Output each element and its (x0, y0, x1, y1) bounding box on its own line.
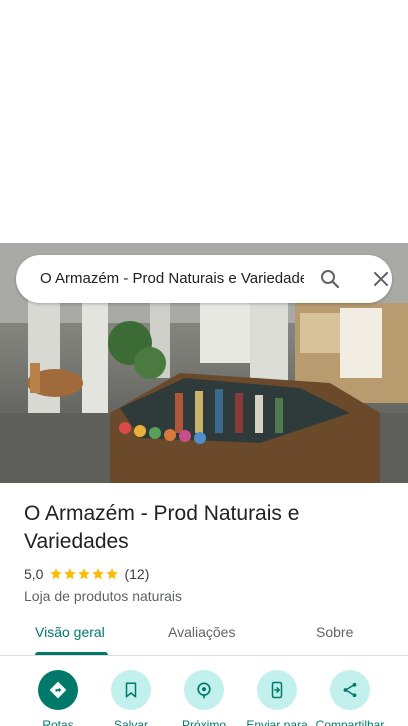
star-icon (64, 568, 77, 580)
star-icon (50, 568, 63, 580)
review-count[interactable]: (12) (124, 566, 149, 582)
rating-value: 5,0 (24, 566, 44, 582)
share-label: Compartilhar (315, 718, 385, 726)
tab-bar: Visão geral Avaliações Sobre (0, 612, 408, 656)
nearby-label: Próximo (181, 718, 226, 726)
bookmark-icon (125, 682, 137, 698)
nearby-icon (197, 682, 211, 699)
star-icon (78, 568, 91, 580)
active-tab-indicator (35, 652, 108, 655)
star-rating (49, 567, 119, 581)
tab-overview[interactable]: Visão geral (35, 624, 105, 640)
star-icon (92, 568, 105, 580)
send-to-phone-button[interactable]: Enviar para (239, 670, 315, 726)
directions-icon (49, 681, 67, 699)
nearby-button[interactable]: Próximo (166, 670, 242, 726)
tab-reviews[interactable]: Avaliações (168, 624, 235, 640)
directions-label: Rotas (42, 718, 74, 726)
place-title: O Armazém - Prod Naturais e Variedades (24, 502, 300, 553)
share-button[interactable]: Compartilhar (312, 670, 388, 726)
star-icon (106, 568, 119, 580)
directions-button[interactable]: Rotas (20, 670, 96, 726)
search-icon[interactable] (318, 267, 342, 291)
send-to-phone-label: Enviar para (246, 718, 308, 726)
send-to-phone-icon (271, 681, 283, 699)
rating-row[interactable]: 5,0 (12) (24, 564, 394, 584)
tab-about[interactable]: Sobre (316, 624, 353, 640)
search-bar[interactable]: O Armazém - Prod Naturais e Variedades (16, 255, 392, 303)
close-icon[interactable] (369, 267, 393, 291)
share-icon (343, 682, 357, 698)
place-info: O Armazém - Prod Naturais e Variedades 5… (24, 500, 394, 606)
action-bar: Rotas Salvar Próximo Enviar para Compart… (0, 670, 408, 726)
place-category: Loja de produtos naturais (24, 588, 182, 604)
save-label: Salvar (113, 718, 148, 726)
search-input[interactable]: O Armazém - Prod Naturais e Variedades (40, 269, 304, 289)
map-placeholder (0, 0, 408, 243)
save-button[interactable]: Salvar (93, 670, 169, 726)
